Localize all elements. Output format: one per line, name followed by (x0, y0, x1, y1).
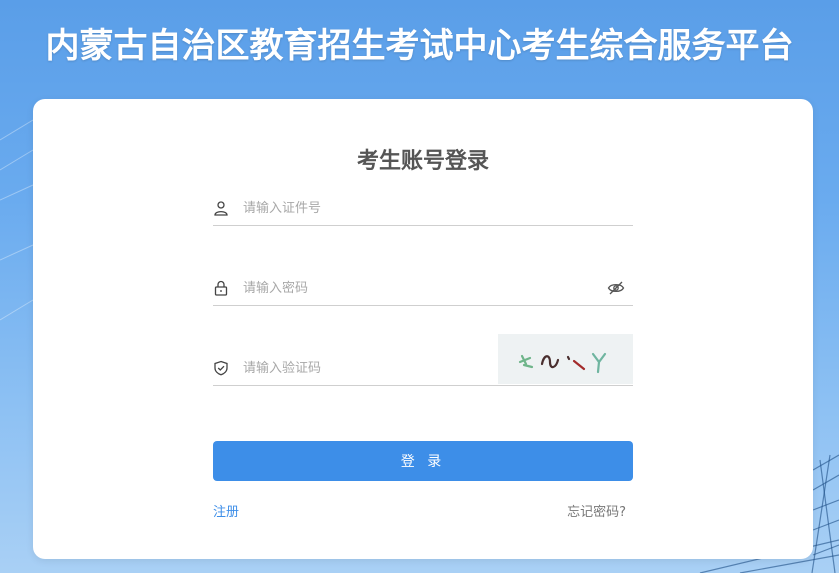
lock-icon (213, 280, 229, 296)
eye-hidden-icon[interactable] (607, 280, 625, 296)
forgot-password-link[interactable]: 忘记密码? (567, 501, 626, 520)
id-number-input[interactable] (243, 195, 583, 221)
password-input[interactable] (243, 275, 583, 301)
captcha-image[interactable] (498, 334, 633, 384)
login-title: 考生账号登录 (356, 149, 489, 174)
id-number-field (213, 191, 633, 226)
site-title: 内蒙古自治区教育招生考试中心考生综合服务平台 (45, 26, 794, 66)
password-field (213, 271, 633, 306)
register-link[interactable]: 注册 (213, 501, 239, 520)
user-icon (213, 200, 229, 216)
shield-check-icon (213, 360, 229, 376)
login-card: 考生账号登录 请输入证件号 请输入验证码 登 录 注册 忘记密码? (33, 99, 813, 559)
captcha-input[interactable] (243, 355, 483, 381)
login-button[interactable]: 登 录 (213, 441, 633, 481)
